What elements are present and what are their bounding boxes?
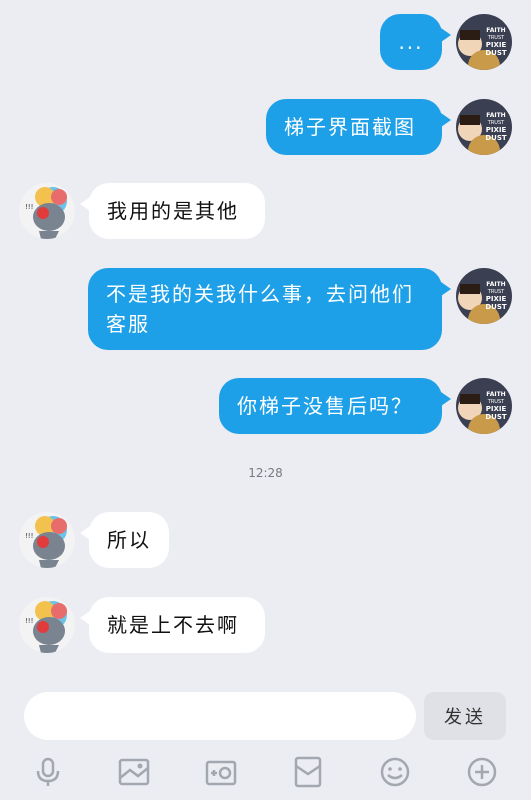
message-text: 就是上不去啊 [107, 613, 239, 637]
microphone-icon[interactable] [32, 756, 64, 788]
contact-avatar[interactable]: !!! [19, 597, 75, 653]
self-avatar[interactable]: FAITH TRUST PIXIE DUST [456, 268, 512, 324]
avatar-text-line: FAITH [486, 112, 505, 119]
svg-text:!!!: !!! [25, 203, 33, 211]
camera-icon[interactable] [205, 756, 237, 788]
send-button[interactable]: 发送 [424, 692, 506, 740]
message-bubble[interactable]: ... [380, 14, 442, 70]
chat-timestamp: 12:28 [248, 466, 283, 480]
self-avatar[interactable]: FAITH TRUST PIXIE DUST [456, 99, 512, 155]
message-text: 我用的是其他 [107, 199, 239, 223]
bubble-tail [441, 113, 451, 127]
svg-text:!!!: !!! [25, 532, 33, 540]
message-text: 不是我的关我什么事，去问他们客服 [106, 282, 414, 336]
avatar-text-line: FAITH [486, 281, 505, 288]
message-bubble[interactable]: 你梯子没售后吗？ [219, 378, 442, 434]
avatar-text-line: FAITH [486, 391, 505, 398]
avatar-text-line: DUST [485, 134, 507, 142]
svg-text:!!!: !!! [25, 617, 33, 625]
contact-avatar[interactable]: !!! [19, 183, 75, 239]
image-icon[interactable] [118, 756, 150, 788]
avatar-text-line: PIXIE [486, 405, 507, 413]
bubble-tail [441, 392, 451, 406]
avatar-text-line: DUST [485, 49, 507, 57]
message-bubble[interactable]: 就是上不去啊 [89, 597, 265, 653]
message-bubble[interactable]: 我用的是其他 [89, 183, 265, 239]
contact-avatar[interactable]: !!! [19, 512, 75, 568]
message-text: 你梯子没售后吗？ [237, 394, 413, 418]
message-text: 梯子界面截图 [284, 115, 416, 139]
message-bubble[interactable]: 梯子界面截图 [266, 99, 442, 155]
avatar-text-line: DUST [485, 303, 507, 311]
avatar-text-line: FAITH [486, 27, 505, 34]
message-text: 所以 [107, 528, 151, 552]
bubble-tail [441, 282, 451, 296]
emoji-icon[interactable] [379, 756, 411, 788]
avatar-text-line: PIXIE [486, 41, 507, 49]
avatar-text-line: PIXIE [486, 126, 507, 134]
avatar-text-line: PIXIE [486, 295, 507, 303]
self-avatar[interactable]: FAITH TRUST PIXIE DUST [456, 378, 512, 434]
message-text: ... [398, 30, 424, 54]
avatar-text-line: DUST [485, 413, 507, 421]
bubble-tail [441, 28, 451, 42]
message-bubble[interactable]: 所以 [89, 512, 169, 568]
message-bubble[interactable]: 不是我的关我什么事，去问他们客服 [88, 268, 442, 350]
input-toolbar [0, 752, 531, 800]
message-input[interactable] [24, 692, 416, 740]
self-avatar[interactable]: FAITH TRUST PIXIE DUST [456, 14, 512, 70]
red-packet-icon[interactable] [292, 756, 324, 788]
plus-icon[interactable] [466, 756, 498, 788]
